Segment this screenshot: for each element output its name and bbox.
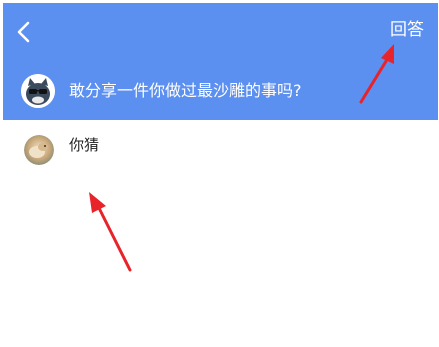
question-title: 敢分享一件你做过最沙雕的事吗? <box>69 81 302 100</box>
answer-avatar <box>24 135 54 165</box>
answer-text: 你猜 <box>69 136 100 154</box>
user-photo-avatar-icon <box>24 135 54 165</box>
answer-item[interactable]: 你猜 <box>24 135 99 165</box>
chevron-left-icon <box>17 21 30 43</box>
top-bar: 回答 敢分享一件你做过最沙雕的事吗? <box>3 3 438 120</box>
back-button[interactable] <box>11 17 37 47</box>
cat-sunglasses-avatar-icon <box>21 74 55 108</box>
answer-button[interactable]: 回答 <box>390 19 424 41</box>
arrow-to-answer-text <box>89 192 132 272</box>
question-row[interactable]: 敢分享一件你做过最沙雕的事吗? <box>21 74 302 108</box>
question-avatar <box>21 74 55 108</box>
